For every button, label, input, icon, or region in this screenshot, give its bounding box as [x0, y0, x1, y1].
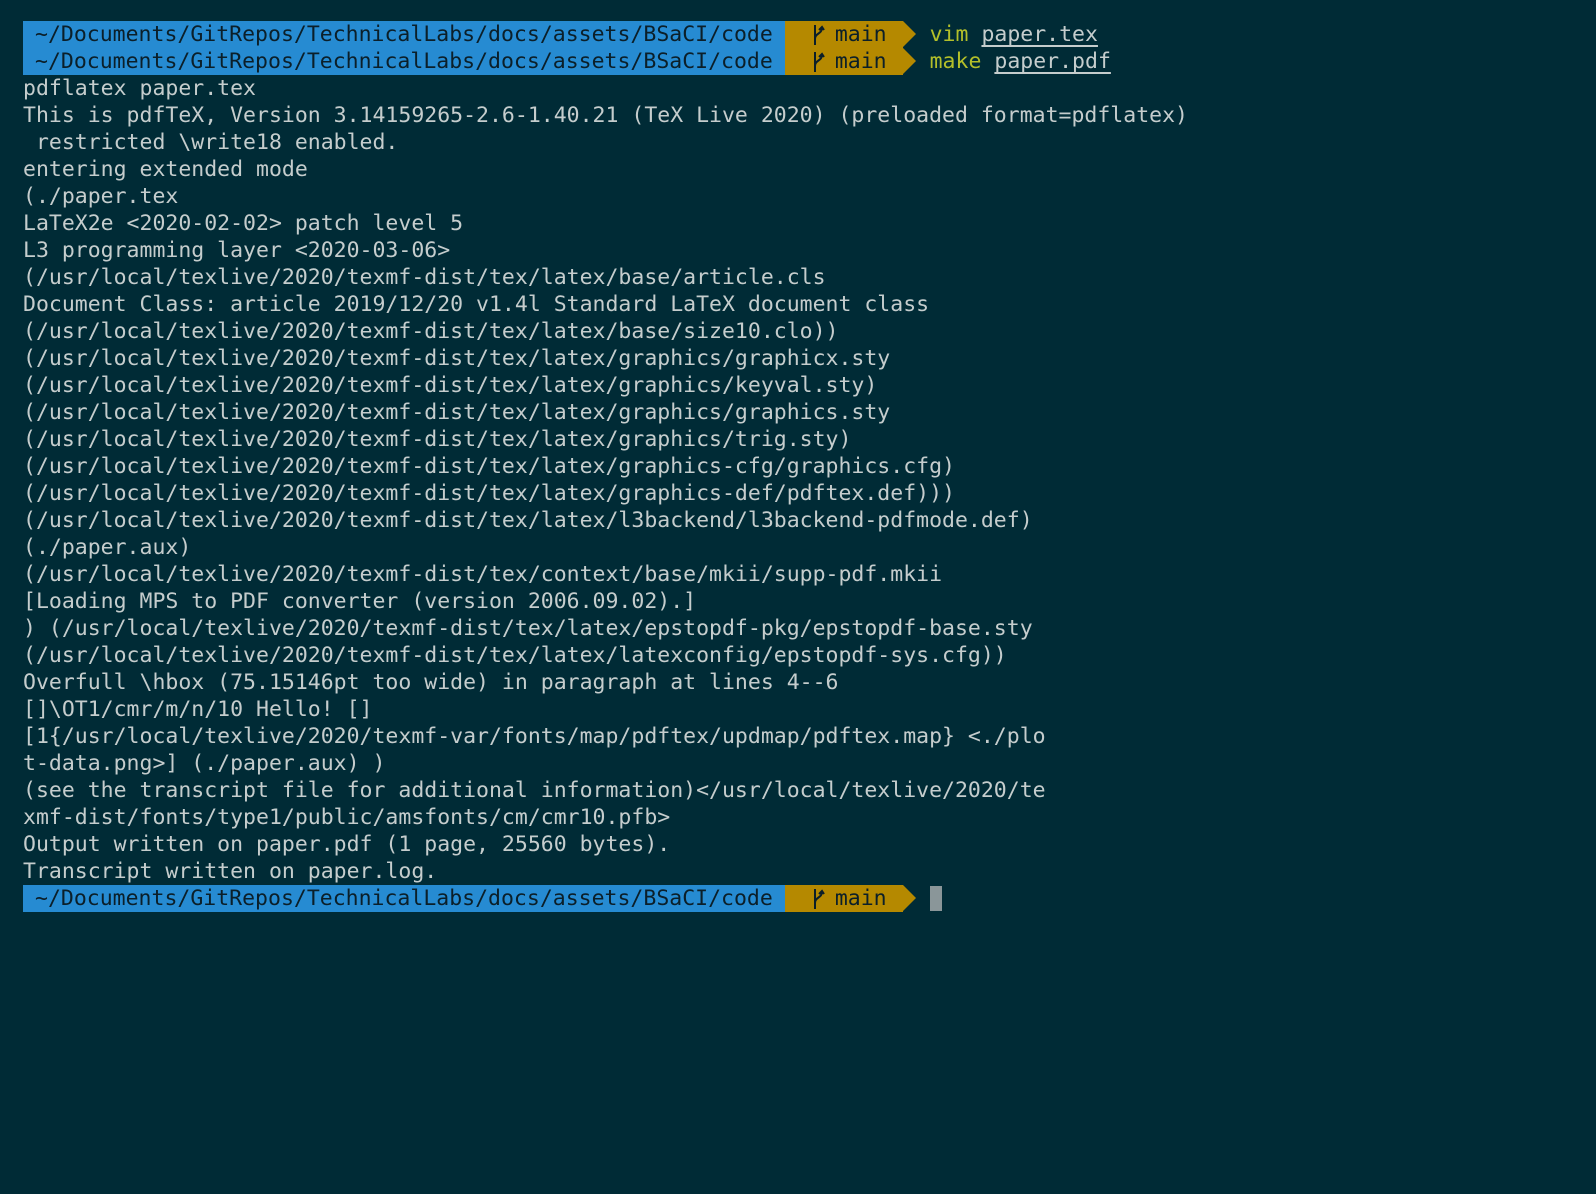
output-line: This is pdfTeX, Version 3.14159265-2.6-1…: [23, 103, 1188, 128]
git-branch-icon: [813, 888, 825, 909]
output-line: Overfull \hbox (75.15146pt too wide) in …: [23, 670, 839, 695]
output-line: (/usr/local/texlive/2020/texmf-dist/tex/…: [23, 427, 852, 452]
output-line: L3 programming layer <2020-03-06>: [23, 238, 451, 263]
output-line: LaTeX2e <2020-02-02> patch level 5: [23, 211, 464, 236]
output-line: entering extended mode: [23, 157, 308, 182]
output-line: Document Class: article 2019/12/20 v1.4l…: [23, 292, 930, 317]
prompt-command: make: [929, 49, 982, 74]
output-line: [Loading MPS to PDF converter (version 2…: [23, 589, 697, 614]
output-line: (/usr/local/texlive/2020/texmf-dist/tex/…: [23, 643, 1007, 668]
prompt-branch: main: [834, 49, 887, 74]
prompt-line: ~/Documents/GitRepos/TechnicalLabs/docs/…: [23, 48, 1596, 75]
output-line: Transcript written on paper.log.: [23, 859, 438, 884]
output-line: (./paper.aux): [23, 535, 192, 560]
prompt-argument: paper.tex: [981, 22, 1098, 47]
output-line: restricted \write18 enabled.: [23, 130, 399, 155]
prompt-git-segment: main: [784, 48, 916, 75]
output-line: (see the transcript file for additional …: [23, 778, 1046, 803]
output-line: ) (/usr/local/texlive/2020/texmf-dist/te…: [23, 616, 1033, 641]
git-branch-icon: [813, 51, 825, 72]
prompt-line: ~/Documents/GitRepos/TechnicalLabs/docs/…: [23, 885, 1596, 912]
prompt-path: ~/Documents/GitRepos/TechnicalLabs/docs/…: [23, 21, 798, 48]
output-line: (./paper.tex: [23, 184, 179, 209]
output-line: (/usr/local/texlive/2020/texmf-dist/tex/…: [23, 481, 955, 506]
output-line: []\OT1/cmr/m/n/10 Hello! []: [23, 697, 373, 722]
terminal-window[interactable]: ~/Documents/GitRepos/TechnicalLabs/docs/…: [0, 0, 1596, 1194]
prompt-branch: main: [834, 22, 887, 47]
prompt-branch: main: [834, 886, 887, 911]
output-line: Output written on paper.pdf (1 page, 255…: [23, 832, 671, 857]
output-line: (/usr/local/texlive/2020/texmf-dist/tex/…: [23, 265, 826, 290]
prompt-argument: paper.pdf: [994, 49, 1111, 74]
prompt-path: ~/Documents/GitRepos/TechnicalLabs/docs/…: [23, 48, 798, 75]
output-line: (/usr/local/texlive/2020/texmf-dist/tex/…: [23, 400, 891, 425]
prompt-git-segment: main: [784, 21, 916, 48]
command-output: pdflatex paper.tex This is pdfTeX, Versi…: [23, 75, 1596, 885]
output-line: t-data.png>] (./paper.aux) ): [23, 751, 386, 776]
git-branch-icon: [813, 24, 825, 45]
output-line: (/usr/local/texlive/2020/texmf-dist/tex/…: [23, 373, 878, 398]
output-line: [1{/usr/local/texlive/2020/texmf-var/fon…: [23, 724, 1046, 749]
prompt-command: vim: [929, 22, 969, 47]
prompt-path: ~/Documents/GitRepos/TechnicalLabs/docs/…: [23, 885, 798, 912]
text-cursor[interactable]: [929, 886, 942, 911]
prompt-line: ~/Documents/GitRepos/TechnicalLabs/docs/…: [23, 21, 1596, 48]
output-line: (/usr/local/texlive/2020/texmf-dist/tex/…: [23, 562, 943, 587]
output-line: (/usr/local/texlive/2020/texmf-dist/tex/…: [23, 454, 955, 479]
output-line: (/usr/local/texlive/2020/texmf-dist/tex/…: [23, 319, 839, 344]
output-line: pdflatex paper.tex: [23, 76, 256, 101]
output-line: (/usr/local/texlive/2020/texmf-dist/tex/…: [23, 346, 891, 371]
output-line: xmf-dist/fonts/type1/public/amsfonts/cm/…: [23, 805, 671, 830]
output-line: (/usr/local/texlive/2020/texmf-dist/tex/…: [23, 508, 1033, 533]
prompt-git-segment: main: [784, 885, 916, 912]
